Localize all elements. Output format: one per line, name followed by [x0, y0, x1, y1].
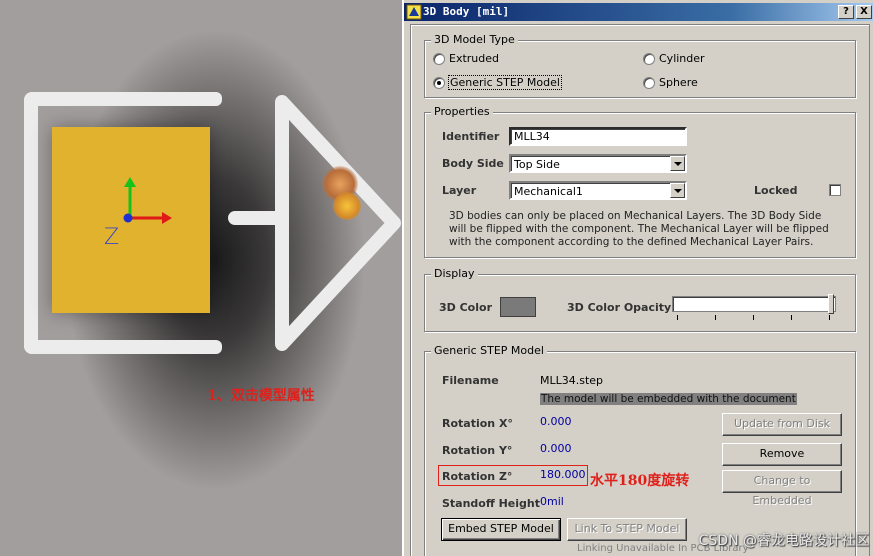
opacity-label: 3D Color Opacity: [567, 301, 672, 314]
embedded-note: The model will be embedded with the docu…: [540, 393, 797, 405]
layer-value: Mechanical1: [514, 185, 583, 198]
link-step-model-button[interactable]: Link To STEP Model: [567, 518, 687, 541]
radio-icon[interactable]: [433, 52, 445, 65]
slider-tick: [829, 315, 830, 320]
body-side-select[interactable]: Top Side: [509, 154, 687, 173]
properties-group: Properties Identifier MLL34 Body Side To…: [424, 105, 856, 258]
layer-select[interactable]: Mechanical1: [509, 181, 687, 200]
filename-value: MLL34.step: [540, 374, 604, 387]
z-axis-dot: [123, 213, 133, 223]
layer-label: Layer: [442, 184, 477, 197]
properties-legend: Properties: [431, 105, 493, 118]
radio-extruded[interactable]: Extruded: [433, 52, 499, 65]
remove-button[interactable]: Remove: [722, 443, 842, 466]
standoff-height-label: Standoff Height: [442, 497, 541, 510]
rotation-y-label: Rotation Y°: [442, 444, 513, 457]
layer-info-text: 3D bodies can only be placed on Mechanic…: [449, 210, 829, 248]
chevron-down-icon[interactable]: [670, 156, 685, 171]
radio-generic-step[interactable]: Generic STEP Model: [433, 75, 562, 90]
display-legend: Display: [431, 267, 478, 280]
dialog-title: 3D Body [mil]: [423, 5, 510, 18]
standoff-height-value[interactable]: 0mil: [540, 495, 564, 508]
step-legend: Generic STEP Model: [431, 344, 547, 357]
help-button[interactable]: ?: [838, 5, 854, 19]
radio-icon[interactable]: [643, 52, 655, 65]
embed-step-model-button[interactable]: Embed STEP Model: [441, 518, 561, 541]
app-icon: [406, 4, 422, 20]
radio-cylinder[interactable]: Cylinder: [643, 52, 705, 65]
highlight-glow: [333, 192, 361, 220]
model-type-group: 3D Model Type Extruded Cylinder Generic …: [424, 33, 856, 98]
color-swatch[interactable]: [500, 297, 536, 317]
3d-body-dialog: 3D Body [mil] ? X 3D Model Type Extruded…: [402, 0, 873, 556]
radio-sphere[interactable]: Sphere: [643, 76, 698, 89]
rotation-z-value[interactable]: 180.000: [540, 468, 586, 481]
identifier-input[interactable]: MLL34: [509, 127, 687, 146]
slider-tick: [677, 315, 678, 320]
color-label: 3D Color: [439, 301, 492, 314]
body-side-value: Top Side: [514, 158, 560, 171]
3d-viewport[interactable]: Z 1、双击模型属性: [0, 0, 404, 556]
radio-label: Extruded: [449, 52, 499, 65]
body-side-label: Body Side: [442, 157, 504, 170]
radio-label: Sphere: [659, 76, 698, 89]
update-from-disk-button[interactable]: Update from Disk: [722, 413, 842, 436]
model-type-legend: 3D Model Type: [431, 33, 518, 46]
watermark-text: CSDN @睿龙电路设计社区: [698, 533, 869, 549]
rotation-x-label: Rotation X°: [442, 417, 513, 430]
slider-tick: [753, 315, 754, 320]
rotation-annotation: 水平180度旋转: [590, 473, 690, 489]
triangle-outline: [275, 95, 401, 351]
chevron-down-icon[interactable]: [670, 183, 685, 198]
opacity-slider[interactable]: [672, 296, 836, 312]
rotation-z-label: Rotation Z°: [442, 470, 513, 483]
filename-label: Filename: [442, 374, 499, 387]
slider-tick: [715, 315, 716, 320]
radio-label: Cylinder: [659, 52, 705, 65]
display-group: Display 3D Color 3D Color Opacity: [424, 267, 856, 332]
rotation-y-value[interactable]: 0.000: [540, 442, 572, 455]
opacity-slider-thumb[interactable]: [828, 294, 834, 314]
slider-tick: [791, 315, 792, 320]
double-click-annotation: 1、双击模型属性: [207, 388, 315, 404]
rotation-x-value[interactable]: 0.000: [540, 415, 572, 428]
radio-selected-icon[interactable]: [433, 76, 445, 89]
locked-label: Locked: [754, 184, 798, 197]
radio-label: Generic STEP Model: [448, 75, 562, 90]
z-axis-label: Z: [104, 225, 120, 250]
radio-icon[interactable]: [643, 76, 655, 89]
title-bar[interactable]: 3D Body [mil] ? X: [404, 3, 873, 21]
identifier-label: Identifier: [442, 130, 500, 143]
change-to-embedded-button[interactable]: Change to Embedded: [722, 470, 842, 507]
close-button[interactable]: X: [856, 5, 872, 19]
locked-checkbox[interactable]: [829, 184, 841, 196]
step-model-group: Generic STEP Model Filename MLL34.step T…: [424, 344, 856, 556]
